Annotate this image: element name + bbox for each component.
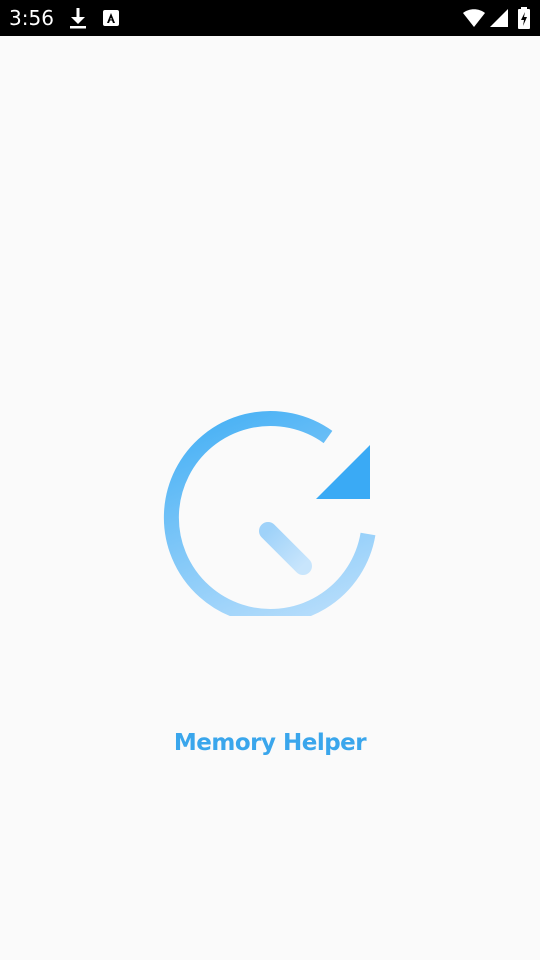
wifi-icon: [463, 9, 485, 27]
status-time: 3:56: [9, 6, 54, 30]
history-clock-icon: [163, 411, 376, 616]
splash-screen: Memory Helper: [0, 36, 540, 960]
a11y-icon: [103, 10, 119, 26]
signal-icon: [490, 9, 508, 27]
status-bar: 3:56: [0, 0, 540, 36]
app-title: Memory Helper: [173, 730, 367, 756]
download-icon: [70, 8, 86, 29]
battery-icon: [518, 7, 530, 29]
